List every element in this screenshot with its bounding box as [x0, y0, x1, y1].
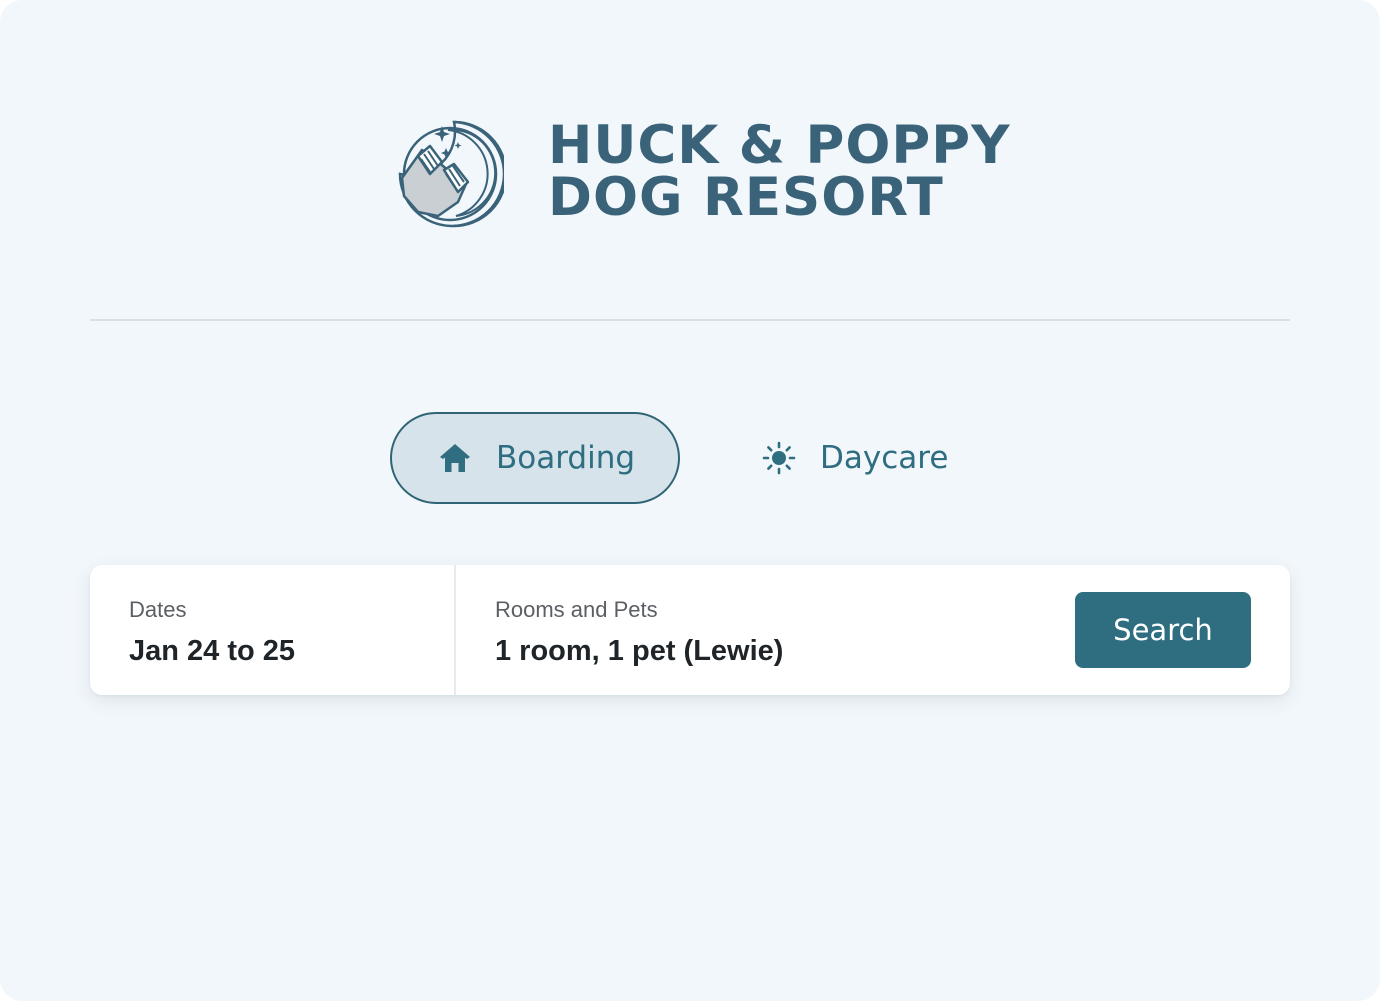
brand-title-line2: DOG RESORT [548, 167, 944, 228]
tab-boarding-label: Boarding [496, 440, 636, 476]
dates-field[interactable]: Dates Jan 24 to 25 [90, 565, 456, 695]
search-bar: Dates Jan 24 to 25 Rooms and Pets 1 room… [90, 565, 1290, 695]
dates-label: Dates [129, 597, 187, 622]
tab-daycare-label: Daycare [820, 440, 949, 476]
brand-title-line1: HUCK & POPPY [548, 115, 1011, 176]
rooms-and-pets-value: 1 room, 1 pet (Lewie) [495, 635, 784, 667]
header-divider [90, 319, 1290, 321]
rooms-and-pets-field[interactable]: Rooms and Pets 1 room, 1 pet (Lewie) [456, 565, 1016, 695]
moon-dog-logo-icon [398, 120, 504, 228]
house-icon [440, 444, 470, 472]
brand-title: HUCK & POPPY DOG RESORT [548, 115, 1011, 228]
tab-boarding[interactable]: Boarding [390, 412, 680, 504]
dates-value: Jan 24 to 25 [129, 635, 296, 667]
sun-icon [762, 441, 796, 475]
brand-header: HUCK & POPPY DOG RESORT [392, 116, 1010, 228]
tab-daycare[interactable]: Daycare [762, 412, 982, 504]
search-button[interactable]: Search [1075, 592, 1251, 668]
rooms-and-pets-label: Rooms and Pets [495, 597, 658, 622]
app-window: HUCK & POPPY DOG RESORT Boarding Daycare [0, 0, 1380, 1001]
